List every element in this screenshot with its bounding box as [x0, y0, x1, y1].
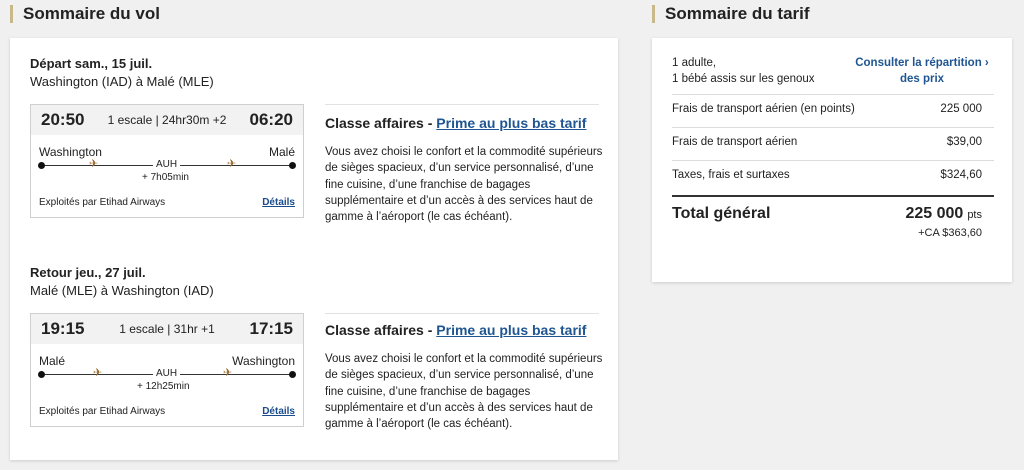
outbound-hub: AUH	[153, 159, 181, 170]
return-times-bar: 19:15 1 escale | 31hr +1 17:15	[31, 314, 303, 344]
passenger-adults: 1 adulte,	[672, 57, 717, 69]
air-fare-cash-label: Frais de transport aérien	[672, 136, 798, 148]
outbound-cities: Washington Malé	[39, 145, 295, 159]
return-fare-link[interactable]: Prime au plus bas tarif	[436, 322, 586, 338]
passenger-infant: 1 bébé assis sur les genoux	[672, 73, 815, 85]
return-stops: 1 escale | 31hr +1	[119, 322, 215, 336]
outbound-heading: Départ sam., 15 juil. Washington (IAD) à…	[30, 55, 214, 91]
return-fare-class: Classe affaires - Prime au plus bas tari…	[325, 322, 586, 338]
return-fare-class-label: Classe affaires -	[325, 322, 437, 338]
outbound-layover: + 7h05min	[142, 172, 189, 183]
outbound-fare-divider	[325, 104, 599, 105]
fare-summary-title: Sommaire du tarif	[652, 5, 810, 23]
taxes-value: $324,60	[940, 169, 982, 181]
airplane-icon: ✈	[89, 158, 99, 170]
airplane-icon: ✈	[93, 367, 103, 379]
return-route: Malé (MLE) à Washington (IAD)	[30, 283, 214, 298]
return-origin-dot	[38, 371, 45, 378]
return-dest-city: Washington	[232, 354, 295, 368]
air-fare-cash-value: $39,00	[946, 136, 982, 148]
outbound-stops: 1 escale | 24hr30m +2	[107, 113, 227, 127]
return-details-link[interactable]: Détails	[262, 406, 295, 417]
grand-total-label: Total général	[672, 205, 771, 222]
return-layover: + 12h25min	[137, 381, 190, 392]
outbound-route: Washington (IAD) à Malé (MLE)	[30, 74, 214, 89]
outbound-dest-city: Malé	[268, 145, 295, 159]
return-depart-time: 19:15	[41, 319, 85, 338]
air-fare-points-label: Frais de transport aérien (en points)	[672, 103, 855, 115]
return-fare-description: Vous avez choisi le confort et la commod…	[325, 353, 603, 431]
grand-total-cash: +CA $363,60	[918, 227, 982, 239]
outbound-date: Départ sam., 15 juil.	[30, 56, 153, 71]
return-hub: AUH	[153, 368, 181, 379]
taxes-label: Taxes, frais et surtaxes	[672, 169, 790, 181]
price-breakdown-link-line1[interactable]: Consulter la répartition ›	[847, 55, 997, 71]
outbound-dest-dot	[289, 162, 296, 169]
flight-summary-card: Départ sam., 15 juil. Washington (IAD) à…	[10, 38, 618, 460]
return-origin-city: Malé	[39, 354, 66, 368]
fare-divider	[672, 160, 994, 161]
outbound-origin-dot	[38, 162, 45, 169]
return-dest-dot	[289, 371, 296, 378]
outbound-operated-by: Exploités par Etihad Airways	[39, 197, 166, 208]
outbound-fare-description: Vous avez choisi le confort et la commod…	[325, 146, 603, 224]
price-breakdown-link-line2[interactable]: des prix	[847, 71, 997, 87]
outbound-details-link[interactable]: Détails	[262, 197, 295, 208]
return-cities: Malé Washington	[39, 354, 295, 368]
air-fare-points-value: 225 000	[940, 103, 982, 115]
outbound-arrive-time: 06:20	[249, 110, 293, 129]
outbound-fare-class: Classe affaires - Prime au plus bas tari…	[325, 115, 586, 131]
fare-summary-card: 1 adulte, 1 bébé assis sur les genoux Co…	[652, 38, 1012, 282]
outbound-fare-class-label: Classe affaires -	[325, 115, 437, 131]
passenger-summary: 1 adulte, 1 bébé assis sur les genoux	[672, 55, 815, 87]
return-flight-box: 19:15 1 escale | 31hr +1 17:15 Malé Wash…	[30, 313, 304, 427]
return-fare-divider	[325, 313, 599, 314]
fare-divider	[672, 94, 994, 95]
fare-divider	[672, 127, 994, 128]
return-heading: Retour jeu., 27 juil. Malé (MLE) à Washi…	[30, 264, 214, 300]
total-divider	[672, 195, 994, 197]
grand-total-points-unit: pts	[967, 209, 982, 221]
airplane-icon: ✈	[227, 158, 237, 170]
flight-summary-title: Sommaire du vol	[10, 5, 160, 23]
grand-total-points-value: 225 000	[905, 205, 964, 222]
outbound-fare-link[interactable]: Prime au plus bas tarif	[436, 115, 586, 131]
return-date: Retour jeu., 27 juil.	[30, 265, 146, 280]
outbound-flight-box: 20:50 1 escale | 24hr30m +2 06:20 Washin…	[30, 104, 304, 218]
return-operated-by: Exploités par Etihad Airways	[39, 406, 166, 417]
airplane-icon: ✈	[223, 367, 233, 379]
price-breakdown-link[interactable]: Consulter la répartition › des prix	[847, 55, 997, 87]
grand-total-points: 225 000 pts	[905, 205, 982, 223]
return-arrive-time: 17:15	[249, 319, 293, 338]
outbound-times-bar: 20:50 1 escale | 24hr30m +2 06:20	[31, 105, 303, 135]
outbound-depart-time: 20:50	[41, 110, 85, 129]
